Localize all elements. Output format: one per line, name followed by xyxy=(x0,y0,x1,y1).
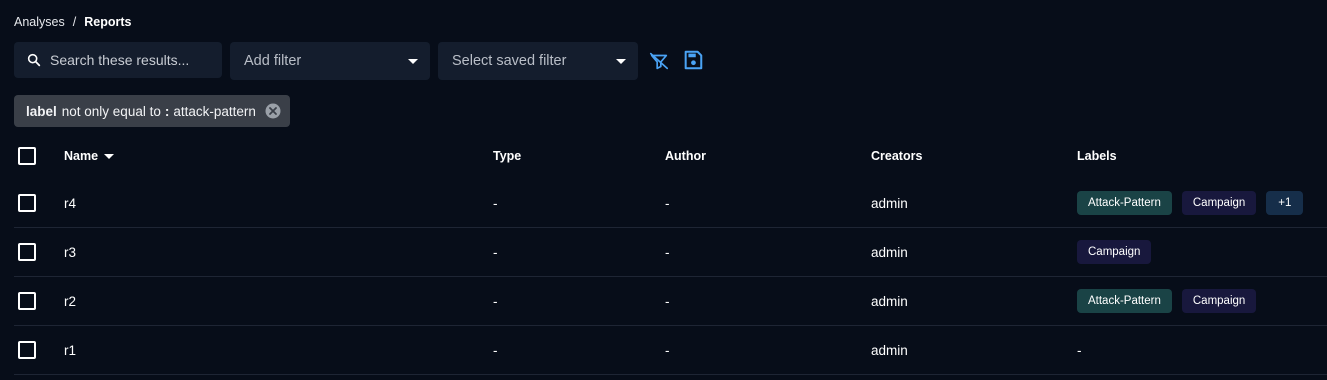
label-tag[interactable]: Campaign xyxy=(1077,240,1152,264)
save-icon[interactable] xyxy=(682,49,704,71)
row-name: r2 xyxy=(64,293,77,309)
chevron-down-icon xyxy=(408,58,418,64)
label-tag[interactable]: Campaign xyxy=(1181,289,1257,313)
row-labels: Campaign xyxy=(1077,228,1152,276)
row-name: r4 xyxy=(64,195,77,211)
label-tag[interactable]: Attack-Pattern xyxy=(1077,191,1172,215)
row-creators: admin xyxy=(871,195,908,211)
table-row[interactable]: r2 - - admin Attack-Pattern Campaign xyxy=(14,277,1327,326)
row-checkbox[interactable] xyxy=(18,292,36,310)
row-type: - xyxy=(493,342,498,358)
row-author: - xyxy=(665,342,670,358)
column-header-labels[interactable]: Labels xyxy=(1077,133,1117,179)
row-name: r3 xyxy=(64,244,77,260)
more-labels-badge[interactable]: +1 xyxy=(1266,191,1304,215)
breadcrumb-reports: Reports xyxy=(84,15,132,29)
toolbar: Add filter Select saved filter xyxy=(14,42,1314,80)
search-box[interactable] xyxy=(14,42,222,78)
breadcrumb-analyses[interactable]: Analyses xyxy=(14,15,65,29)
search-input[interactable] xyxy=(48,51,222,69)
label-tag[interactable]: Campaign xyxy=(1181,191,1257,215)
breadcrumb-separator: / xyxy=(72,15,77,29)
chevron-down-icon xyxy=(616,58,626,64)
saved-filter-select[interactable]: Select saved filter xyxy=(438,42,638,80)
column-header-creators[interactable]: Creators xyxy=(871,133,922,179)
row-labels: Attack-Pattern Campaign +1 xyxy=(1077,179,1304,227)
add-filter-label: Add filter xyxy=(244,53,302,69)
table-row[interactable]: r4 - - admin Attack-Pattern Campaign +1 xyxy=(14,179,1327,228)
remove-filter-icon[interactable] xyxy=(264,102,282,120)
row-checkbox[interactable] xyxy=(18,243,36,261)
filter-value: attack-pattern xyxy=(173,103,256,119)
row-checkbox[interactable] xyxy=(18,341,36,359)
filter-clear-icon[interactable] xyxy=(648,50,670,72)
row-checkbox[interactable] xyxy=(18,194,36,212)
filter-colon: : xyxy=(164,103,170,119)
reports-page: Analyses / Reports Add filter Select sav… xyxy=(0,0,1327,380)
row-labels: - xyxy=(1077,342,1082,358)
column-header-author[interactable]: Author xyxy=(665,133,706,179)
row-author: - xyxy=(665,293,670,309)
column-name-label: Name xyxy=(64,149,99,163)
filter-operator: not only equal to xyxy=(61,103,161,119)
row-type: - xyxy=(493,195,498,211)
table-row[interactable]: r3 - - admin Campaign xyxy=(14,228,1327,277)
column-header-type[interactable]: Type xyxy=(493,133,521,179)
table-row[interactable]: r1 - - admin - xyxy=(14,326,1327,375)
table-header: Name Type Author Creators Labels xyxy=(14,133,1327,179)
sort-desc-icon xyxy=(104,153,115,159)
row-creators: admin xyxy=(871,244,908,260)
row-creators: admin xyxy=(871,342,908,358)
row-creators: admin xyxy=(871,293,908,309)
row-labels: Attack-Pattern Campaign xyxy=(1077,277,1257,325)
column-header-name[interactable]: Name xyxy=(64,133,115,179)
row-type: - xyxy=(493,244,498,260)
breadcrumb: Analyses / Reports xyxy=(14,15,131,29)
filter-key: label xyxy=(26,103,57,119)
row-author: - xyxy=(665,244,670,260)
row-name: r1 xyxy=(64,342,77,358)
saved-filter-label: Select saved filter xyxy=(452,53,567,69)
row-author: - xyxy=(665,195,670,211)
row-type: - xyxy=(493,293,498,309)
label-tag[interactable]: Attack-Pattern xyxy=(1077,289,1172,313)
add-filter-select[interactable]: Add filter xyxy=(230,42,430,80)
search-icon xyxy=(27,53,41,67)
select-all-checkbox[interactable] xyxy=(18,147,36,165)
active-filter-chip[interactable]: label not only equal to : attack-pattern xyxy=(14,95,290,127)
